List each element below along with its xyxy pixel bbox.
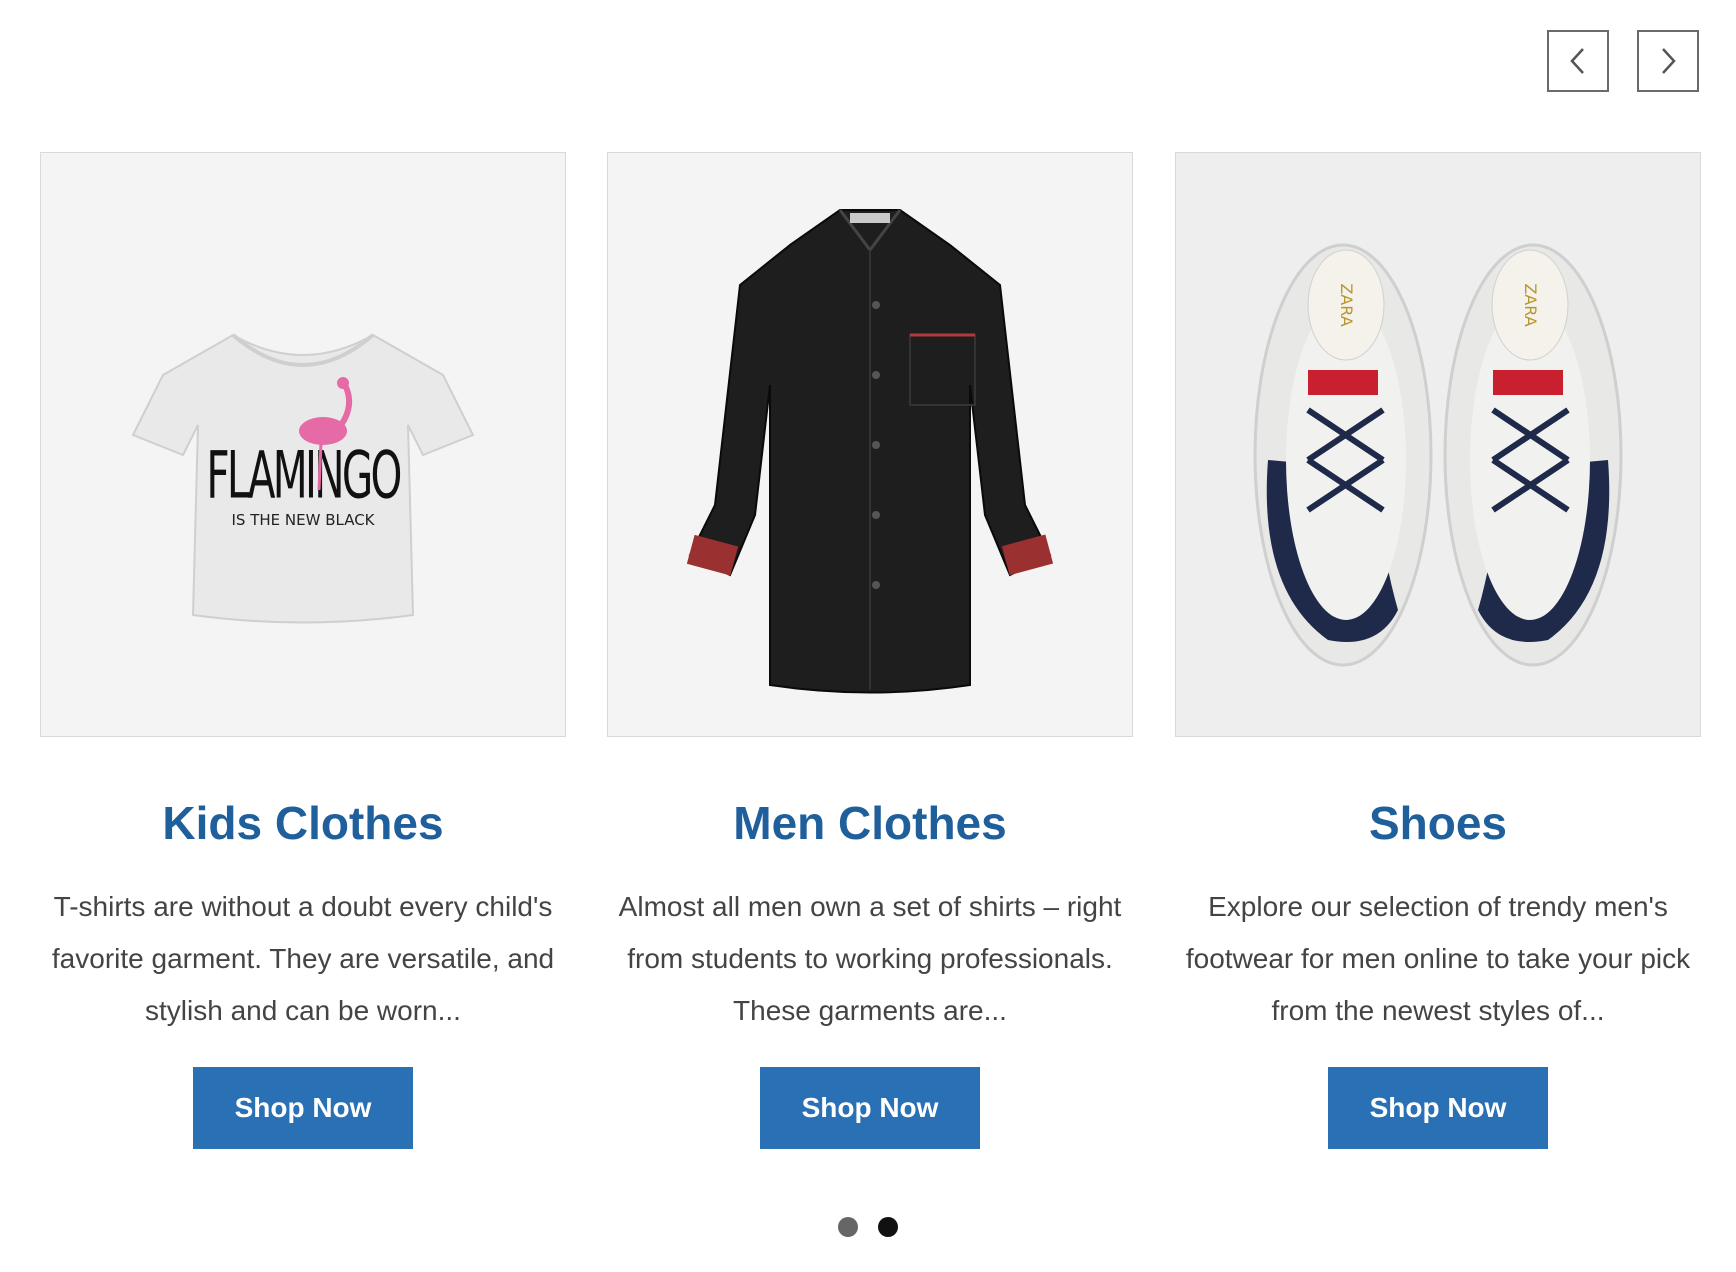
svg-text:ZARA: ZARA <box>1521 283 1540 326</box>
tshirt-illustration: FLAMINGO IS THE NEW BLACK <box>131 332 475 623</box>
chevron-left-icon <box>1570 48 1584 74</box>
card-description: Explore our selection of trendy men's fo… <box>1185 891 1691 1026</box>
men-black-shirt-image[interactable] <box>607 152 1133 737</box>
card-description: T-shirts are without a doubt every child… <box>51 891 555 1026</box>
svg-text:ZARA: ZARA <box>1337 283 1356 326</box>
black-shirt-illustration <box>686 208 1054 693</box>
carousel-next-button[interactable] <box>1637 30 1699 92</box>
sneakers-illustration: ZARA ZARA <box>1253 243 1623 666</box>
category-card-shoes: ZARA ZARA Shoes Explore our selection of… <box>1175 152 1701 1149</box>
card-description: Almost all men own a set of shirts – rig… <box>618 891 1122 1026</box>
carousel-prev-button[interactable] <box>1547 30 1609 92</box>
right-shoe: ZARA <box>1443 243 1623 666</box>
shop-now-button[interactable]: Shop Now <box>1328 1067 1548 1149</box>
carousel-pagination <box>0 1217 1736 1237</box>
shop-now-button[interactable]: Shop Now <box>193 1067 413 1149</box>
card-title: Shoes <box>1368 797 1508 849</box>
shop-now-button[interactable]: Shop Now <box>760 1067 980 1149</box>
svg-text:IS THE NEW BLACK: IS THE NEW BLACK <box>232 511 376 529</box>
pagination-dot-2-active[interactable] <box>878 1217 898 1237</box>
left-shoe: ZARA <box>1253 243 1433 666</box>
svg-text:FLAMINGO: FLAMINGO <box>206 438 400 514</box>
category-card-kids: FLAMINGO IS THE NEW BLACK Kids Clothes T… <box>40 152 566 1149</box>
kids-tshirt-image[interactable]: FLAMINGO IS THE NEW BLACK <box>40 152 566 737</box>
chevron-right-icon <box>1662 48 1676 74</box>
card-title: Kids Clothes <box>162 797 444 849</box>
pagination-dot-1[interactable] <box>838 1217 858 1237</box>
sneakers-image[interactable]: ZARA ZARA <box>1175 152 1701 737</box>
card-title: Men Clothes <box>733 797 1007 849</box>
category-card-men: Men Clothes Almost all men own a set of … <box>607 152 1133 1149</box>
